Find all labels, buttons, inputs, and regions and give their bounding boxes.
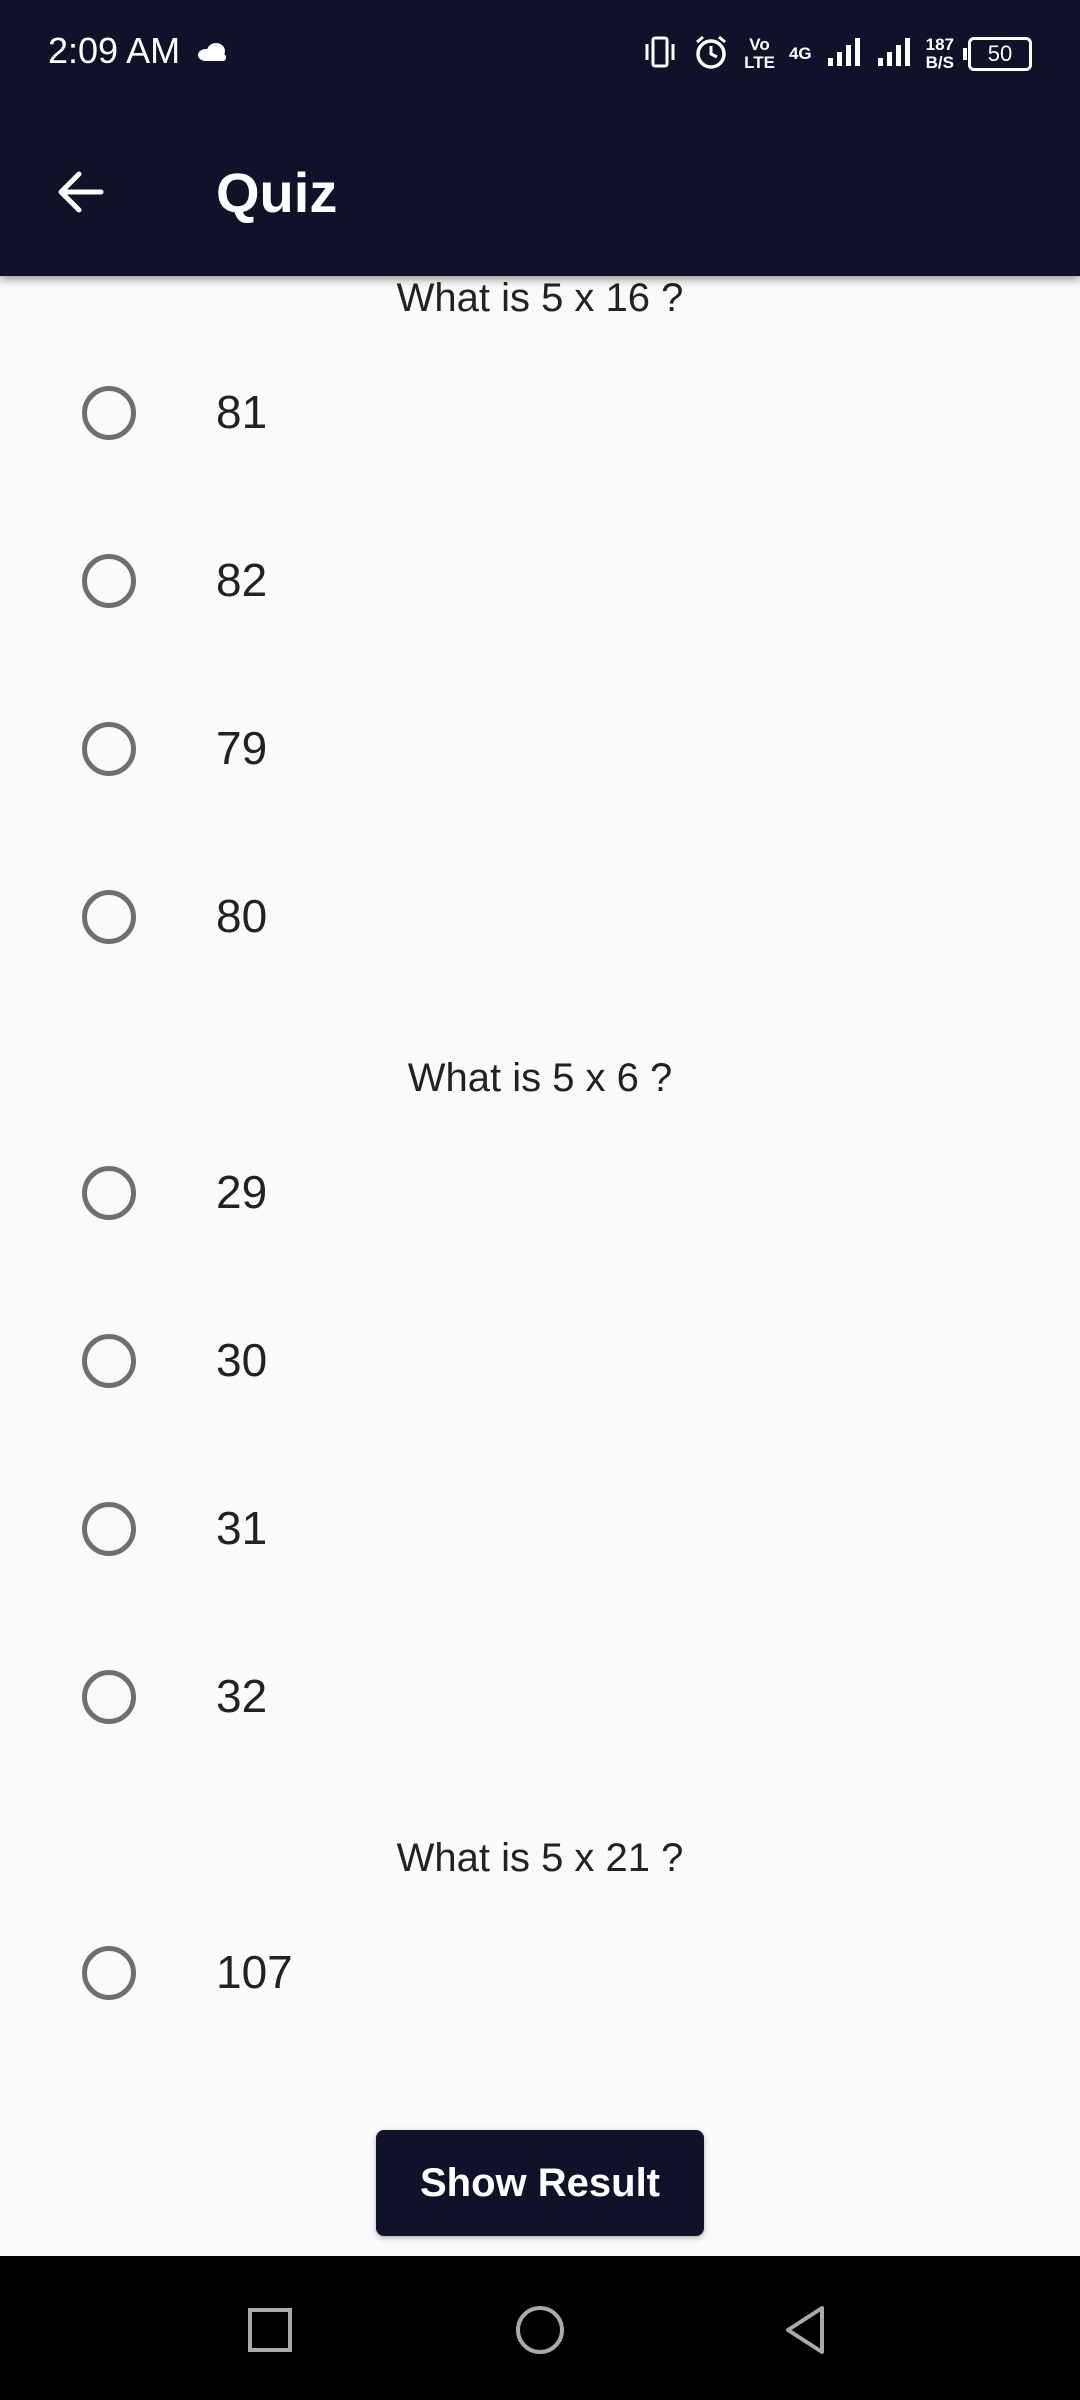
- answer-option[interactable]: 80: [0, 846, 1080, 986]
- answer-label: 31: [216, 1502, 268, 1554]
- radio-button[interactable]: [82, 386, 136, 440]
- answer-label: 30: [216, 1334, 268, 1386]
- answer-option[interactable]: 32: [0, 1626, 1080, 1766]
- answer-label: 81: [216, 386, 268, 438]
- page-title: Quiz: [216, 161, 338, 224]
- volte-top: Vo: [749, 35, 770, 54]
- question-text: What is 5 x 6 ?: [407, 1056, 673, 1100]
- radio-button[interactable]: [82, 722, 136, 776]
- answer-option[interactable]: 29: [0, 1122, 1080, 1262]
- arrow-back-icon: [58, 171, 104, 213]
- show-result-button[interactable]: Show Result: [376, 2130, 704, 2236]
- alarm-icon: [692, 33, 730, 76]
- volte-indicator: Vo LTE: [744, 36, 775, 72]
- home-button[interactable]: [510, 2300, 570, 2360]
- app-bar: Quiz: [0, 108, 1080, 276]
- answer-label: 29: [216, 1166, 268, 1218]
- speed-unit: B/S: [925, 53, 954, 72]
- radio-button[interactable]: [82, 554, 136, 608]
- circle-icon: [516, 2306, 564, 2354]
- signal-icon: [826, 36, 862, 73]
- status-icons: Vo LTE 4G 187 B/S 50: [642, 30, 1032, 78]
- radio-button[interactable]: [82, 1166, 136, 1220]
- quiz-list[interactable]: What is 5 x 16 ? 81 82 79 80 What is 5 x…: [0, 276, 1080, 2112]
- answer-label: 80: [216, 890, 268, 942]
- radio-button[interactable]: [82, 1670, 136, 1724]
- radio-button[interactable]: [82, 1334, 136, 1388]
- answer-label: 82: [216, 554, 268, 606]
- vibrate-icon: [642, 34, 678, 75]
- signal-icon-2: [876, 36, 912, 73]
- navigation-bar: [0, 2256, 1080, 2400]
- question-text: What is 5 x 21 ?: [396, 1836, 684, 1880]
- answer-option-partial[interactable]: [0, 2070, 1080, 2112]
- answer-label: 79: [216, 722, 268, 774]
- answer-label: 107: [216, 1946, 293, 1998]
- recents-button[interactable]: [240, 2300, 300, 2360]
- answer-option[interactable]: 81: [0, 342, 1080, 482]
- back-button[interactable]: [44, 156, 116, 228]
- volte-bottom: LTE: [744, 53, 775, 72]
- radio-button[interactable]: [82, 1946, 136, 2000]
- cloud-icon: [196, 42, 230, 67]
- status-bar: 2:09 AM Vo LTE 4G 187 B/S 50: [0, 0, 1080, 108]
- radio-button[interactable]: [82, 1502, 136, 1556]
- answer-label: 32: [216, 1670, 268, 1722]
- network-type: 4G: [788, 44, 812, 63]
- network-speed: 187 B/S: [926, 36, 954, 72]
- question-text: What is 5 x 16 ?: [396, 276, 684, 320]
- radio-button[interactable]: [82, 890, 136, 944]
- answer-option[interactable]: 79: [0, 678, 1080, 818]
- status-time: 2:09 AM: [48, 30, 181, 71]
- speed-value: 187: [925, 35, 954, 54]
- answer-option[interactable]: 30: [0, 1290, 1080, 1430]
- triangle-back-icon: [786, 2306, 824, 2354]
- battery-icon: 50: [963, 37, 1032, 71]
- answer-option[interactable]: 82: [0, 510, 1080, 650]
- back-nav-button[interactable]: [776, 2300, 836, 2360]
- answer-option[interactable]: 107: [0, 1902, 1080, 2042]
- square-icon: [248, 2308, 292, 2352]
- answer-option[interactable]: 31: [0, 1458, 1080, 1598]
